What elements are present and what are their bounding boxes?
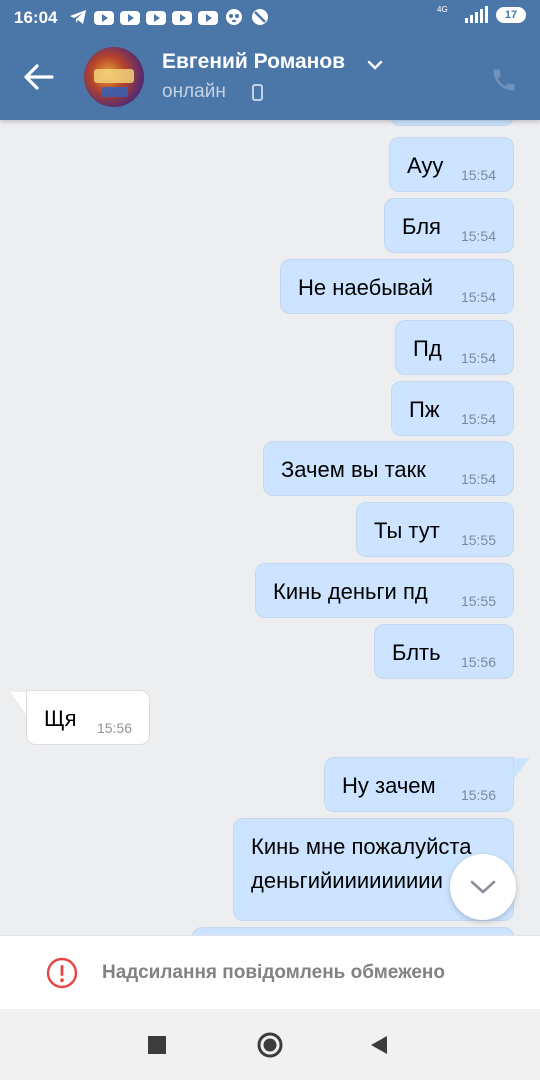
message-time: 15:54 (460, 228, 496, 244)
message-time: 15:56 (460, 654, 496, 670)
youtube-icon (198, 8, 218, 26)
message-bubble-outgoing[interactable]: Зачем вы такк 15:54 (263, 441, 514, 496)
chevron-down-icon[interactable] (366, 58, 384, 76)
warning-icon (46, 957, 78, 994)
home-button[interactable] (256, 1031, 284, 1064)
message-bubble-incoming[interactable]: Щя 15:56 (26, 690, 150, 745)
youtube-icon (120, 8, 140, 26)
message-text: Ты тут (374, 518, 440, 543)
recents-button[interactable] (148, 1036, 166, 1059)
message-text: Блть (392, 640, 441, 665)
youtube-icon (94, 8, 114, 26)
message-time: 15:56 (96, 720, 132, 736)
back-button[interactable] (22, 60, 62, 96)
panda-icon (224, 8, 244, 26)
message-time: 15:54 (460, 350, 496, 366)
call-button[interactable] (490, 66, 518, 99)
message-bubble-outgoing[interactable]: Бля 15:54 (384, 198, 514, 253)
message-text: Не наебывай (298, 275, 433, 300)
message-time: 15:54 (460, 471, 496, 487)
message-text: Ну зачем (342, 773, 436, 798)
message-time: 15:54 (460, 289, 496, 305)
avatar[interactable] (84, 47, 144, 107)
message-text: Пж (409, 397, 440, 422)
message-bubble-partial[interactable] (192, 927, 514, 935)
system-nav-bar (0, 1009, 540, 1080)
message-text: Кинь деньги пд (273, 579, 428, 604)
messaging-restricted-bar: Надсилання повідомлень обмежено (0, 935, 540, 1010)
chat-header: Евгений Романов онлайн (0, 36, 540, 120)
restriction-message: Надсилання повідомлень обмежено (102, 962, 445, 983)
message-time: 15:54 (460, 411, 496, 427)
telegram-icon (68, 8, 88, 26)
battery-level: 17 (504, 9, 518, 21)
mobile-phone-icon (252, 84, 263, 106)
message-bubble-outgoing[interactable]: Блть 15:56 (374, 624, 514, 679)
youtube-icon (172, 8, 192, 26)
status-right: 4G 17 (437, 5, 526, 23)
message-bubble-outgoing[interactable]: Пд 15:54 (395, 320, 514, 375)
message-time: 15:55 (460, 593, 496, 609)
signal-icon: 4G (437, 5, 488, 23)
network-type: 4G (437, 5, 448, 14)
square-icon (148, 1036, 166, 1054)
message-bubble-outgoing[interactable]: Кинь деньги пд 15:55 (255, 563, 514, 618)
contact-status: онлайн (162, 81, 226, 102)
scroll-down-button[interactable] (450, 854, 516, 920)
back-arrow-icon (24, 64, 54, 90)
message-text-line: деньгийиииииииии (251, 868, 443, 893)
contact-name[interactable]: Евгений Романов (162, 50, 345, 74)
message-time: 15:55 (460, 532, 496, 548)
message-bubble-outgoing[interactable]: Не наебывай 15:54 (280, 259, 514, 314)
message-bubble-partial[interactable] (390, 120, 514, 126)
message-text: Щя (44, 706, 77, 731)
chevron-down-icon (470, 880, 496, 894)
message-text: Зачем вы такк (281, 457, 426, 482)
message-text: Бля (402, 214, 441, 239)
blocked-icon (250, 8, 270, 26)
message-text: Пд (413, 336, 442, 361)
message-bubble-outgoing[interactable]: Ну зачем 15:56 (324, 757, 514, 812)
message-list[interactable]: Ауу 15:54 Бля 15:54 Не наебывай 15:54 Пд… (0, 120, 540, 935)
battery-icon: 17 (496, 7, 526, 23)
status-bar: 16:04 4G 17 (0, 0, 540, 36)
message-time: 15:56 (460, 787, 496, 803)
back-nav-button[interactable] (370, 1035, 388, 1060)
message-bubble-outgoing[interactable]: Пж 15:54 (391, 381, 514, 436)
circle-icon (257, 1032, 283, 1058)
message-time: 15:54 (460, 167, 496, 183)
notification-icons (68, 8, 270, 26)
message-text-line: Кинь мне пожалуйста (251, 834, 472, 859)
message-bubble-outgoing[interactable]: Ты тут 15:55 (356, 502, 514, 557)
message-bubble-outgoing[interactable]: Ауу 15:54 (389, 137, 514, 192)
triangle-back-icon (371, 1036, 387, 1054)
status-time: 16:04 (14, 8, 58, 27)
message-text: Ауу (407, 153, 444, 178)
phone-icon (493, 69, 515, 91)
youtube-icon (146, 8, 166, 26)
